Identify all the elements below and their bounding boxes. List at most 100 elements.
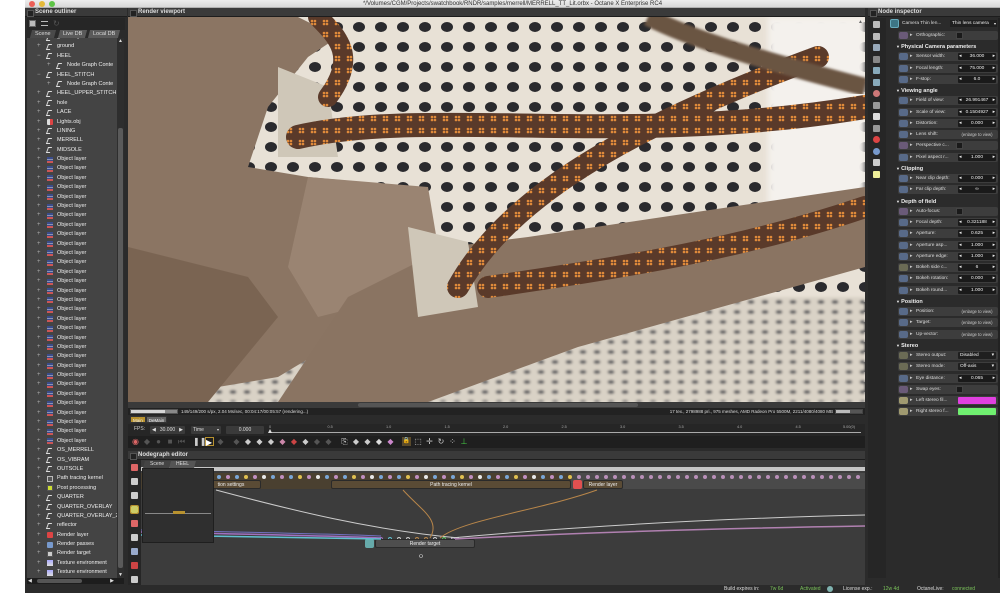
expand-arrow-icon[interactable]: ▸ — [910, 318, 913, 327]
float-pin-icon[interactable] — [899, 119, 908, 127]
float-pin-icon[interactable] — [899, 153, 908, 161]
decrement-icon[interactable]: ◂ — [959, 242, 961, 249]
outliner-item[interactable]: + Object layer — [27, 230, 117, 239]
recenter-icon[interactable]: ◆ — [143, 437, 152, 446]
expand-icon[interactable]: + — [47, 61, 51, 70]
expand-icon[interactable]: + — [37, 183, 41, 192]
medium-icon[interactable] — [131, 548, 138, 555]
param-value-input[interactable]: ◂ 0.321188 ▸ — [958, 218, 996, 226]
outliner-item[interactable]: + reflector — [27, 521, 117, 530]
outliner-item[interactable]: + OS_VIBRAM — [27, 456, 117, 465]
expand-icon[interactable]: + — [37, 296, 41, 305]
expand-arrow-icon[interactable]: ▸ — [910, 374, 913, 383]
imager-icon[interactable] — [873, 101, 880, 109]
expand-icon[interactable]: + — [37, 89, 41, 98]
decrement-icon[interactable]: ◂ — [959, 97, 961, 104]
outliner-item[interactable]: + Render target — [27, 549, 117, 558]
export-icon[interactable]: ◆ — [352, 437, 361, 446]
outliner-hscrollbar[interactable]: ◀ ▶ — [27, 578, 124, 584]
expand-arrow-icon[interactable]: ▸ — [910, 351, 913, 360]
outliner-item[interactable]: + OUTSOLE — [27, 465, 117, 474]
region-icon[interactable]: ◆ — [232, 437, 241, 446]
outliner-item[interactable]: + Render layer — [27, 531, 117, 540]
float-pin-icon[interactable] — [899, 275, 908, 283]
decrement-icon[interactable]: ◂ — [959, 275, 961, 282]
outliner-item[interactable]: + Object layer — [27, 362, 117, 371]
float-pin-icon[interactable] — [899, 286, 908, 294]
tab-live-db[interactable]: Live DB — [57, 30, 88, 38]
bool-pin-icon[interactable] — [899, 32, 908, 39]
color-swatch[interactable] — [958, 397, 996, 405]
filter-icon[interactable]: ◆ — [386, 437, 395, 446]
object-layer-icon[interactable] — [873, 124, 880, 132]
increment-icon[interactable]: ▸ — [993, 287, 995, 294]
expand-arrow-icon[interactable]: ▸ — [910, 130, 913, 139]
tab-demain[interactable]: DeMain — [145, 416, 168, 423]
param-dropdown[interactable]: Disabled ▾ — [958, 351, 996, 359]
collapse-icon[interactable] — [873, 32, 880, 40]
outliner-item[interactable]: + MIDSOLE — [27, 146, 117, 155]
reset-camera-icon[interactable]: ◉ — [131, 437, 140, 446]
collapse-icon[interactable]: − — [37, 52, 41, 61]
scale-icon[interactable]: ⁘ — [448, 437, 457, 446]
expand-arrow-icon[interactable]: ▸ — [910, 263, 913, 272]
expand-arrow-icon[interactable]: ▸ — [910, 396, 913, 405]
tab-heel[interactable]: HEEL — [169, 461, 197, 468]
rotate-icon[interactable]: ↻ — [437, 437, 446, 446]
expand-arrow-icon[interactable]: ▸ — [910, 141, 913, 150]
float-pin-icon[interactable] — [899, 230, 908, 238]
float-pin-icon[interactable] — [899, 330, 908, 338]
expand-arrow-icon[interactable]: ▸ — [910, 362, 913, 371]
fps-spinner[interactable]: ◀ 30.000 ▶ — [150, 426, 185, 434]
expand-icon[interactable]: + — [37, 221, 41, 230]
section-header[interactable]: ▼ Stereo — [896, 342, 918, 350]
param-checkbox[interactable] — [956, 207, 963, 215]
outliner-item[interactable]: + Object layer — [27, 390, 117, 399]
geometry-icon[interactable] — [130, 505, 139, 514]
outliner-item[interactable]: + QUARTER_OVERLAY — [27, 503, 117, 512]
outliner-item[interactable]: − HEEL — [27, 52, 117, 61]
outliner-item[interactable]: + Object layer — [27, 418, 117, 427]
outliner-item[interactable]: + Texture environment — [27, 568, 117, 577]
increment-icon[interactable]: ▸ — [993, 109, 995, 116]
expand-icon[interactable]: + — [37, 240, 41, 249]
expand-icon[interactable]: + — [37, 390, 41, 399]
outliner-item[interactable]: + Object layer — [27, 437, 117, 446]
decrement-icon[interactable]: ◂ — [959, 186, 961, 193]
expand-arrow-icon[interactable]: ▸ — [910, 174, 913, 183]
outliner-item[interactable]: + Object layer — [27, 211, 117, 220]
outliner-item[interactable]: + Object layer — [27, 409, 117, 418]
outliner-item[interactable]: + Object layer — [27, 296, 117, 305]
float-pin-icon[interactable] — [899, 97, 908, 105]
record-icon[interactable]: ● — [154, 437, 163, 446]
expand-icon[interactable]: + — [37, 136, 41, 145]
increment-icon[interactable]: ▸ — [993, 375, 995, 382]
decrement-icon[interactable]: ◂ — [959, 375, 961, 382]
float-pin-icon[interactable] — [899, 175, 908, 182]
expand-icon[interactable]: + — [37, 418, 41, 427]
float-pin-icon[interactable] — [899, 131, 908, 139]
section-header[interactable]: ▼ Clipping — [896, 165, 923, 173]
expand-icon[interactable]: + — [37, 484, 41, 493]
expand-icon[interactable]: + — [37, 352, 41, 361]
expand-arrow-icon[interactable]: ▸ — [910, 252, 913, 261]
float-pin-icon[interactable] — [899, 218, 908, 226]
tab-main[interactable]: Main — [130, 416, 146, 423]
clay-mode-icon[interactable]: ◆ — [313, 437, 322, 446]
expand-icon[interactable]: + — [37, 268, 41, 277]
expand-icon[interactable]: + — [37, 258, 41, 267]
increment-icon[interactable]: ▶ — [179, 426, 183, 434]
decrement-icon[interactable]: ◂ — [959, 53, 961, 60]
expand-all-icon[interactable] — [29, 20, 36, 27]
outliner-item[interactable]: + Object layer — [27, 240, 117, 249]
lut-icon[interactable]: ◆ — [375, 437, 384, 446]
expand-icon[interactable]: + — [37, 493, 41, 502]
outliner-item[interactable]: + Object layer — [27, 174, 117, 183]
outliner-item[interactable]: + Object layer — [27, 287, 117, 296]
param-value-input[interactable]: ◂ 6.0 ▸ — [958, 75, 996, 83]
kernel-icon[interactable] — [873, 55, 880, 63]
expand-icon[interactable]: + — [37, 155, 41, 164]
expand-arrow-icon[interactable]: ▸ — [910, 153, 913, 162]
increment-icon[interactable]: ▸ — [993, 97, 995, 104]
expand-icon[interactable]: + — [37, 127, 41, 136]
